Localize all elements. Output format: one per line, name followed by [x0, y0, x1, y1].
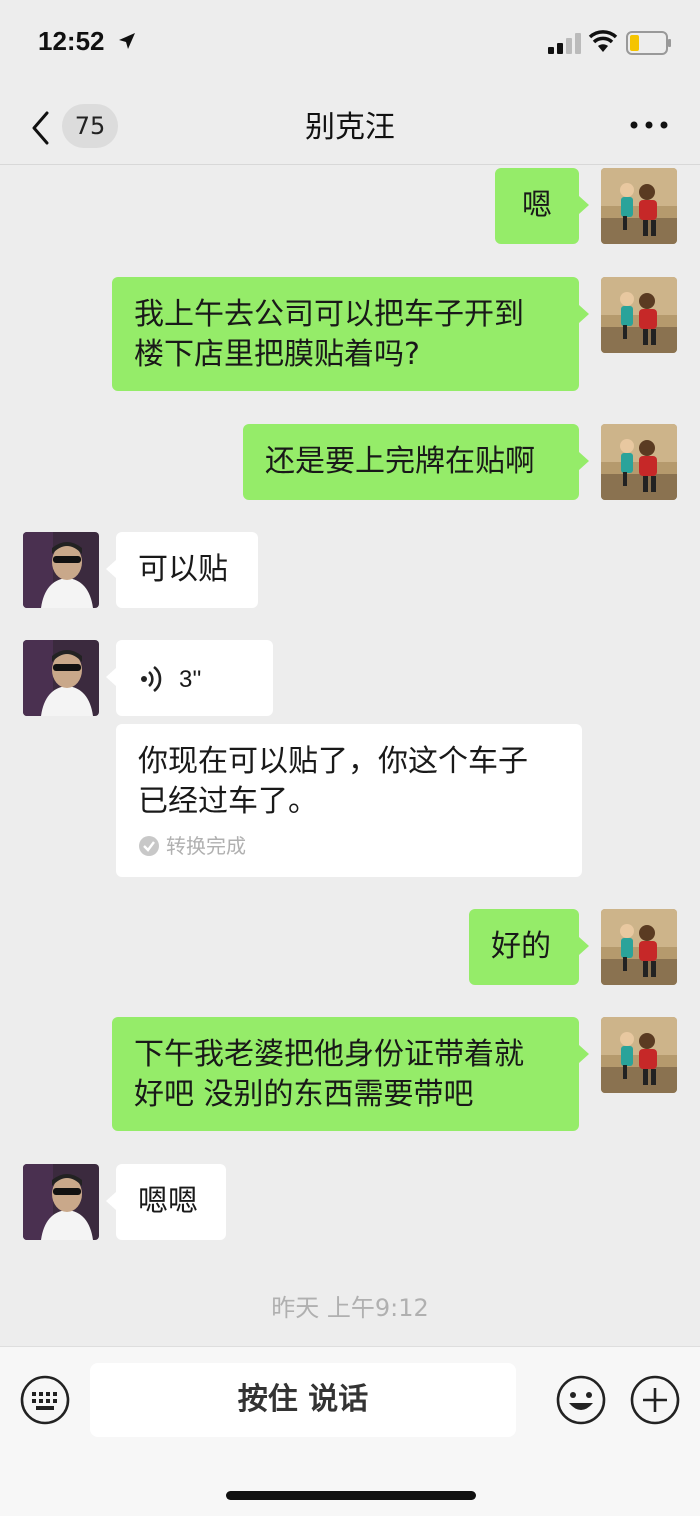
message-text: 可以贴	[138, 552, 228, 587]
message-text: 嗯	[522, 188, 552, 223]
message-bubble-outgoing[interactable]: 我上午去公司可以把车子开到 楼下店里把膜贴着吗?	[112, 277, 589, 391]
status-bar: 12:52	[0, 0, 700, 88]
home-indicator	[226, 1491, 476, 1500]
wifi-icon	[588, 30, 618, 52]
contact-avatar[interactable]	[23, 532, 99, 608]
hold-to-talk-button[interactable]: 按住 说话	[90, 1363, 516, 1437]
my-avatar[interactable]	[601, 909, 677, 985]
message-bubble-outgoing[interactable]: 好的	[469, 909, 589, 985]
message-text: 嗯嗯	[138, 1184, 198, 1219]
message-text: 好的	[491, 929, 551, 964]
voice-message-bubble[interactable]: 3''	[106, 640, 273, 716]
message-text-line: 我上午去公司可以把车子开到	[134, 297, 524, 332]
chat-timestamp: 昨天 上午9:12	[271, 1294, 429, 1322]
my-avatar[interactable]	[601, 1017, 677, 1093]
my-avatar[interactable]	[601, 277, 677, 353]
status-time: 12:52	[38, 26, 105, 56]
chat-header: 75 别克汪	[0, 88, 700, 165]
transcript-line: 你现在可以贴了，你这个车子	[138, 744, 528, 779]
input-bar: 按住 说话	[0, 1346, 700, 1516]
my-avatar[interactable]	[601, 424, 677, 500]
message-text-line: 楼下店里把膜贴着吗?	[134, 337, 420, 372]
chevron-left-icon	[32, 111, 49, 145]
message-text-line: 下午我老婆把他身份证带着就	[134, 1037, 524, 1072]
emoji-icon[interactable]	[556, 1375, 606, 1425]
more-dots-icon[interactable]	[624, 110, 674, 140]
plus-circle-icon[interactable]	[630, 1375, 680, 1425]
contact-avatar[interactable]	[23, 640, 99, 716]
message-text-line: 好吧 没别的东西需要带吧	[134, 1077, 474, 1112]
message-bubble-outgoing[interactable]: 下午我老婆把他身份证带着就 好吧 没别的东西需要带吧	[112, 1017, 589, 1131]
message-bubble-incoming[interactable]: 嗯嗯	[106, 1164, 226, 1240]
message-bubble-outgoing[interactable]: 嗯	[495, 168, 589, 244]
message-bubble-outgoing[interactable]: 还是要上完牌在贴啊	[243, 424, 589, 500]
transcript-status-text: 转换完成	[166, 834, 246, 858]
message-text: 还是要上完牌在贴啊	[265, 444, 535, 479]
check-circle-icon	[139, 836, 159, 856]
voice-duration: 3''	[179, 666, 202, 693]
voice-wave-icon	[141, 665, 162, 693]
signal-bars-icon	[548, 33, 581, 54]
my-avatar[interactable]	[601, 168, 677, 244]
battery-low-icon	[626, 31, 671, 55]
location-arrow-icon	[119, 33, 135, 49]
message-bubble-incoming[interactable]: 可以贴	[106, 532, 258, 608]
unread-count-badge[interactable]: 75	[62, 104, 118, 148]
chat-title: 别克汪	[305, 110, 395, 145]
contact-avatar[interactable]	[23, 1164, 99, 1240]
voice-transcript-box[interactable]: 你现在可以贴了，你这个车子 已经过车了。 转换完成	[116, 724, 582, 877]
keyboard-icon[interactable]	[20, 1375, 70, 1425]
transcript-line: 已经过车了。	[138, 784, 318, 819]
transcript-status: 转换完成	[138, 834, 560, 858]
